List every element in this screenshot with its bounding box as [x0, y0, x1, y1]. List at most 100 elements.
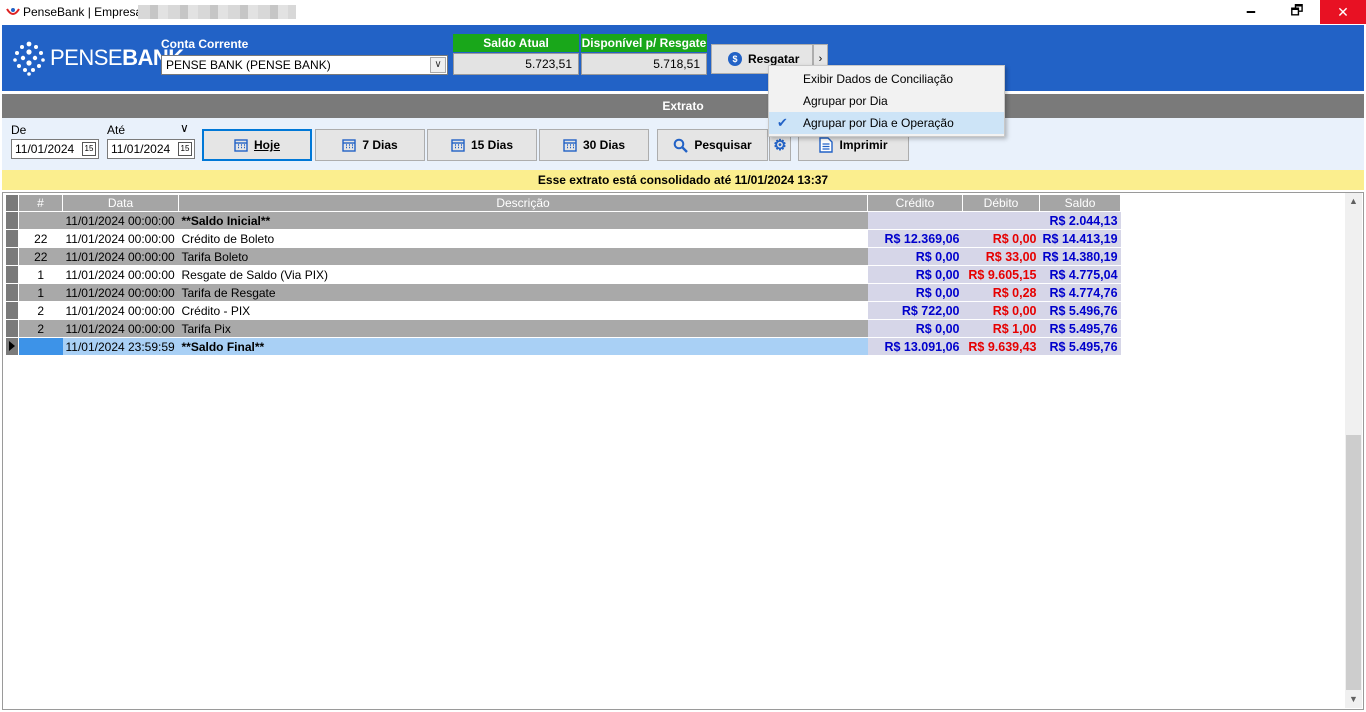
restore-button[interactable]: 🗗: [1274, 0, 1320, 24]
col-header-debito[interactable]: Débito: [962, 194, 1040, 212]
app-icon: [6, 8, 20, 15]
cell-credito: R$ 0,00: [867, 265, 963, 284]
cell-debito: R$ 0,28: [962, 283, 1040, 302]
cell-saldo: R$ 14.413,19: [1039, 229, 1121, 248]
table-row[interactable]: 11/01/2024 00:00:00 **Saldo Inicial** R$ 2…: [5, 211, 1121, 230]
cell-descricao: Tarifa Pix: [178, 319, 868, 338]
last-15-days-label: 15 Dias: [470, 138, 514, 152]
col-header-credito[interactable]: Crédito: [867, 194, 963, 212]
cell-saldo: R$ 4.775,04: [1039, 265, 1121, 284]
table-row[interactable]: 11/01/2024 23:59:59 **Saldo Final** R$ 13.…: [5, 337, 1121, 356]
calendar-icon: [451, 139, 465, 152]
table-row[interactable]: 22 11/01/2024 00:00:00 Tarifa Boleto R$ 0,0…: [5, 247, 1121, 266]
table-row[interactable]: 2 11/01/2024 00:00:00 Crédito - PIX R$ 722,…: [5, 301, 1121, 320]
col-header-data[interactable]: Data: [62, 194, 179, 212]
last-30-days-button[interactable]: 30 Dias: [539, 129, 649, 161]
print-label: Imprimir: [839, 138, 888, 152]
menu-item-agrupar-dia-operacao[interactable]: ✔ Agrupar por Dia e Operação: [769, 112, 1004, 134]
col-header-descricao[interactable]: Descrição: [178, 194, 868, 212]
cell-saldo: R$ 2.044,13: [1039, 211, 1121, 230]
table-row[interactable]: 1 11/01/2024 00:00:00 Resgate de Saldo (Vi…: [5, 265, 1121, 284]
col-header-saldo[interactable]: Saldo: [1038, 194, 1122, 212]
cell-saldo: R$ 4.774,76: [1039, 283, 1121, 302]
scroll-down-icon[interactable]: ▼: [1345, 691, 1362, 708]
cell-descricao: **Saldo Inicial**: [178, 211, 868, 230]
chevron-down-icon[interactable]: ∨: [430, 57, 446, 73]
cell-num: 22: [18, 247, 63, 266]
conta-corrente-select[interactable]: PENSE BANK (PENSE BANK) ∨: [161, 55, 448, 75]
row-selector: [5, 265, 19, 284]
cell-num: 1: [18, 265, 63, 284]
table-row[interactable]: 22 11/01/2024 00:00:00 Crédito de Boleto R$…: [5, 229, 1121, 248]
scroll-up-icon[interactable]: ▲: [1345, 193, 1362, 210]
cell-credito: R$ 13.091,06: [867, 337, 963, 356]
de-label: De: [11, 123, 27, 137]
chevron-down-icon[interactable]: ∨: [180, 121, 189, 135]
menu-item-agrupar-dia[interactable]: Agrupar por Dia: [769, 90, 1004, 112]
cell-debito: R$ 33,00: [962, 247, 1040, 266]
pensebank-logo-icon: [13, 41, 45, 76]
table-row[interactable]: 2 11/01/2024 00:00:00 Tarifa Pix R$ 0,00 R$ …: [5, 319, 1121, 338]
cell-saldo: R$ 14.380,19: [1039, 247, 1121, 266]
title-bar: PenseBank | Empresa: 🗕 🗗 ✕: [0, 0, 1366, 24]
cell-data: 11/01/2024 23:59:59: [62, 337, 179, 356]
window-title: PenseBank | Empresa:: [23, 5, 146, 19]
conta-corrente-value: PENSE BANK (PENSE BANK): [166, 58, 331, 72]
cell-descricao: Tarifa de Resgate: [178, 283, 868, 302]
cell-data: 11/01/2024 00:00:00: [62, 229, 179, 248]
consolidation-notice: Esse extrato está consolidado até 11/01/…: [2, 170, 1364, 190]
row-selector: [5, 319, 19, 338]
ate-label: Até: [107, 123, 126, 137]
date-from-field[interactable]: 11/01/2024 15: [11, 139, 99, 159]
last-7-days-button[interactable]: 7 Dias: [315, 129, 425, 161]
calendar-icon[interactable]: 15: [82, 142, 96, 156]
cell-num: 1: [18, 283, 63, 302]
account-header: PENSEBANK Conta Corrente PENSE BANK (PEN…: [2, 25, 1364, 91]
checkmark-icon: ✔: [777, 115, 788, 130]
minimize-button[interactable]: 🗕: [1228, 0, 1274, 24]
resgatar-label: Resgatar: [748, 52, 800, 66]
table-row[interactable]: 1 11/01/2024 00:00:00 Tarifa de Resgate R$ …: [5, 283, 1121, 302]
cell-credito: R$ 0,00: [867, 247, 963, 266]
row-selector: [5, 301, 19, 320]
menu-item-exibir-conciliacao[interactable]: Exibir Dados de Conciliação: [769, 68, 1004, 90]
cell-descricao: Tarifa Boleto: [178, 247, 868, 266]
row-selector: [5, 283, 19, 302]
cell-num: [18, 211, 63, 230]
date-to-field[interactable]: 11/01/2024 15: [107, 139, 195, 159]
cell-saldo: R$ 5.495,76: [1039, 337, 1121, 356]
cell-credito: [867, 211, 963, 230]
row-selector: [5, 247, 19, 266]
table-header: # Data Descrição Crédito Débito Saldo: [5, 194, 1122, 212]
last-15-days-button[interactable]: 15 Dias: [427, 129, 537, 161]
document-icon: [819, 137, 834, 153]
cell-saldo: R$ 5.496,76: [1039, 301, 1121, 320]
cell-data: 11/01/2024 00:00:00: [62, 211, 179, 230]
cell-debito: R$ 1,00: [962, 319, 1040, 338]
row-selector: [5, 337, 19, 356]
row-selector-header: [5, 194, 19, 212]
search-label: Pesquisar: [694, 138, 752, 152]
search-button[interactable]: Pesquisar: [657, 129, 768, 161]
dollar-coin-icon: $: [728, 52, 742, 66]
extrato-section-title: Extrato: [2, 94, 1364, 118]
calendar-icon: [342, 139, 357, 152]
cell-data: 11/01/2024 00:00:00: [62, 319, 179, 338]
today-button[interactable]: Hoje: [202, 129, 312, 161]
menu-item-label: Agrupar por Dia: [803, 94, 888, 108]
statement-table: # Data Descrição Crédito Débito Saldo 11…: [5, 194, 1122, 356]
scroll-thumb[interactable]: [1346, 435, 1361, 690]
table-body: 11/01/2024 00:00:00 **Saldo Inicial** R$ 2…: [5, 211, 1121, 356]
cell-num: 2: [18, 301, 63, 320]
calendar-icon: [563, 139, 577, 152]
company-name-redacted: [138, 5, 296, 19]
vertical-scrollbar[interactable]: ▲ ▼: [1345, 193, 1362, 708]
close-button[interactable]: ✕: [1320, 0, 1366, 24]
row-selector: [5, 229, 19, 248]
resgatar-options-menu: Exibir Dados de Conciliação Agrupar por …: [768, 65, 1005, 137]
cell-data: 11/01/2024 00:00:00: [62, 283, 179, 302]
conta-corrente-label: Conta Corrente: [161, 37, 249, 51]
col-header-num[interactable]: #: [18, 194, 63, 212]
calendar-icon: [234, 139, 248, 152]
calendar-icon[interactable]: 15: [178, 142, 192, 156]
